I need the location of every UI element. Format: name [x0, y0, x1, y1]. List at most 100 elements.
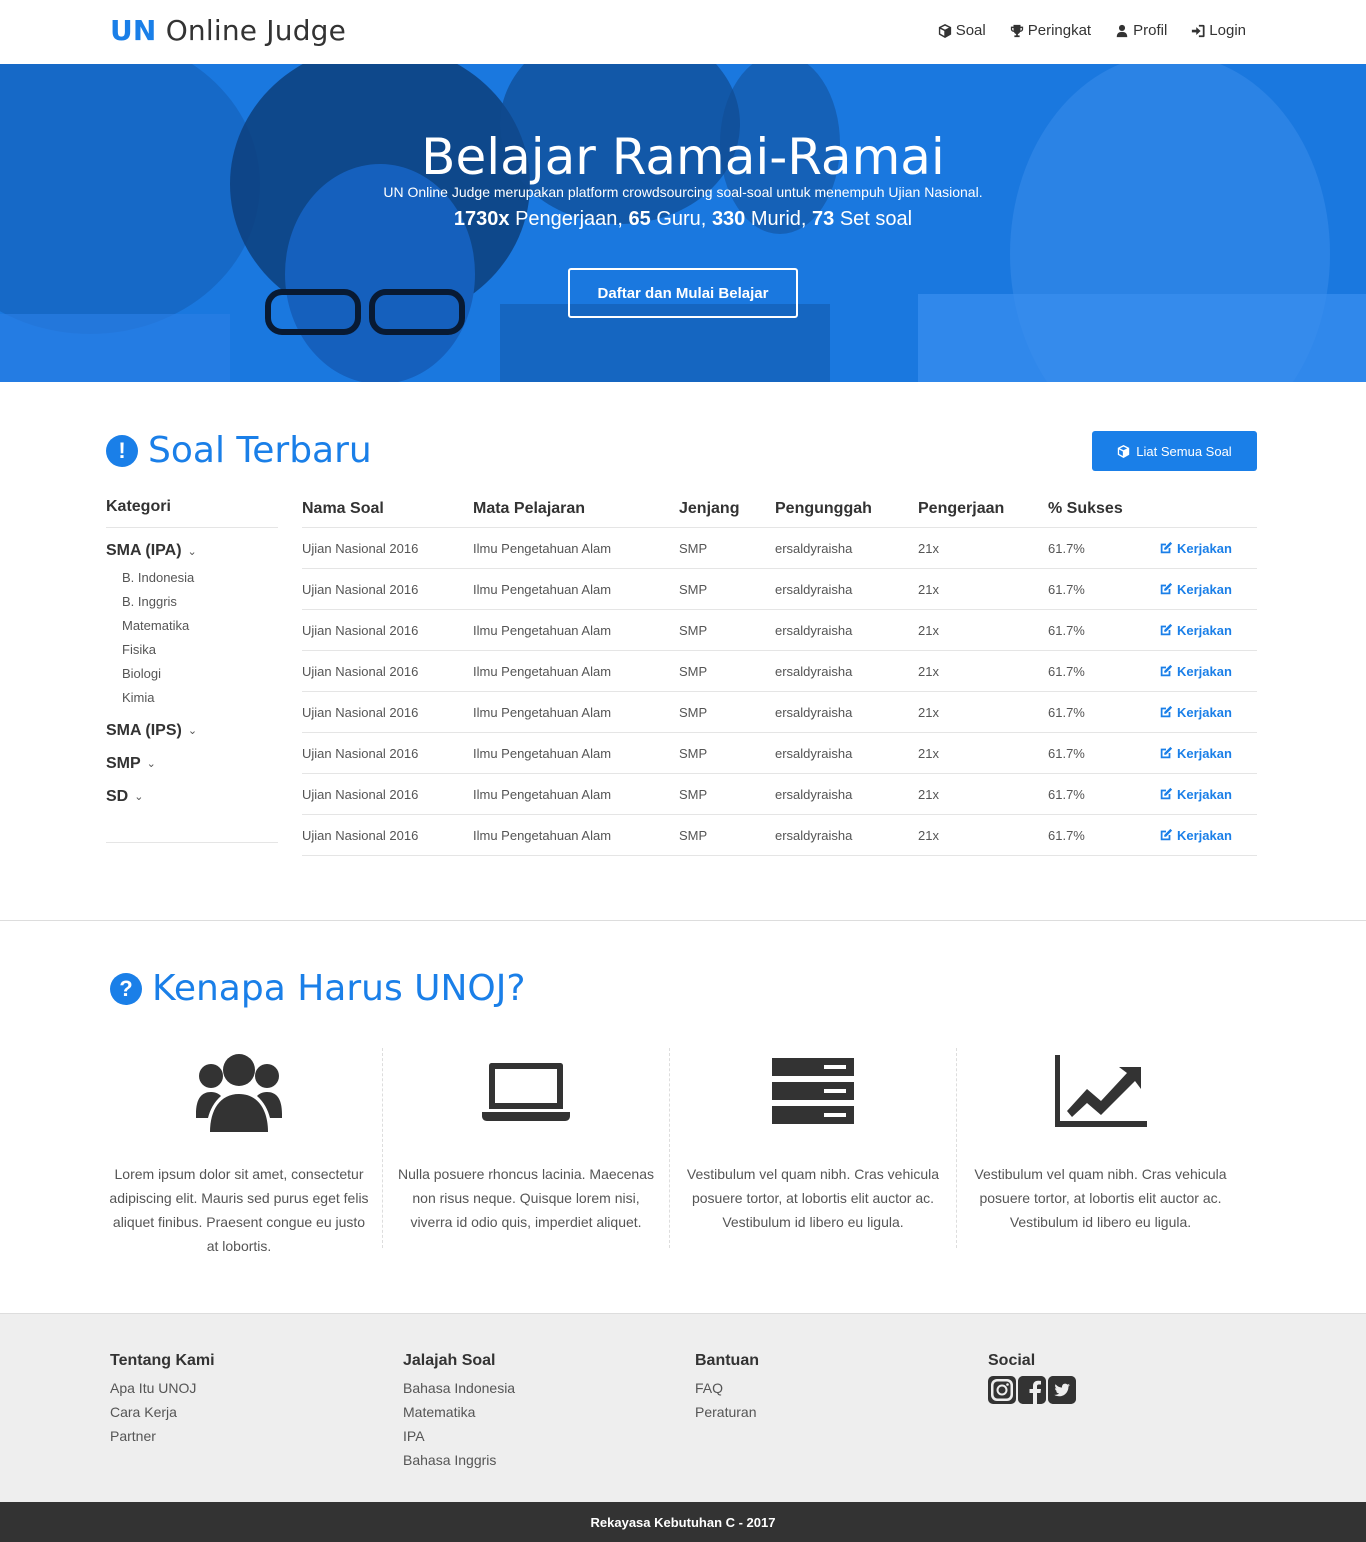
all-soal-label: Liat Semua Soal [1136, 443, 1232, 459]
cell-pengunggah: ersaldyraisha [775, 540, 853, 556]
cell-sukses: 61.7% [1048, 745, 1085, 761]
footer-link[interactable]: Partner [110, 1424, 360, 1448]
register-button[interactable]: Daftar dan Mulai Belajar [568, 268, 798, 318]
col-sukses: % Sukses [1048, 499, 1123, 517]
why-title-text: Kenapa Harus UNOJ? [152, 968, 526, 1009]
nav-peringkat[interactable]: Peringkat [1010, 22, 1091, 39]
cell-sukses: 61.7% [1048, 663, 1085, 679]
user-icon [1116, 24, 1128, 37]
feature-database: Vestibulum vel quam nibh. Cras vehicula … [670, 1048, 957, 1248]
kerjakan-label: Kerjakan [1177, 663, 1232, 679]
category-label: SMA (IPS) [106, 721, 182, 739]
sidebar-item-b-inggris[interactable]: B. Inggris [106, 590, 278, 614]
cell-pengunggah: ersaldyraisha [775, 745, 853, 761]
kerjakan-label: Kerjakan [1177, 704, 1232, 720]
edit-icon [1160, 705, 1173, 718]
facebook-icon[interactable] [1018, 1376, 1046, 1404]
chevron-down-icon: ⌄ [187, 545, 197, 558]
cell-pengerjaan: 21x [918, 540, 939, 556]
footer-link[interactable]: Apa Itu UNOJ [110, 1376, 360, 1400]
cell-jenjang: SMP [679, 745, 708, 761]
sidebar-item-b-indonesia[interactable]: B. Indonesia [106, 566, 278, 590]
kerjakan-label: Kerjakan [1177, 827, 1232, 843]
edit-icon [1160, 623, 1173, 636]
col-jenjang: Jenjang [679, 499, 740, 517]
kerjakan-link[interactable]: Kerjakan [1159, 705, 1257, 720]
cell-nama-soal: Ujian Nasional 2016 [302, 704, 419, 720]
footer-link[interactable]: Bahasa Inggris [403, 1448, 653, 1472]
footer-link[interactable]: FAQ [695, 1376, 945, 1400]
footer-col-jalajah: Jalajah Soal Bahasa Indonesia Matematika… [403, 1352, 653, 1472]
cell-nama-soal: Ujian Nasional 2016 [302, 745, 419, 761]
feature-progress: Vestibulum vel quam nibh. Cras vehicula … [957, 1048, 1244, 1248]
col-pengunggah: Pengunggah [775, 499, 872, 517]
footer-heading: Bantuan [695, 1352, 759, 1369]
nav-soal[interactable]: Soal [938, 22, 986, 39]
trophy-icon [1010, 24, 1023, 37]
cell-nama-soal: Ujian Nasional 2016 [302, 540, 419, 556]
cell-jenjang: SMP [679, 622, 708, 638]
cell-jenjang: SMP [679, 663, 708, 679]
nav-login[interactable]: Login [1191, 22, 1246, 39]
sidebar-item-kimia[interactable]: Kimia [106, 686, 278, 710]
kerjakan-link[interactable]: Kerjakan [1159, 623, 1257, 638]
cell-mata-pelajaran: Ilmu Pengetahuan Alam [473, 622, 612, 638]
kerjakan-link[interactable]: Kerjakan [1159, 664, 1257, 679]
brand-logo[interactable]: UN Online Judge [110, 14, 346, 47]
sidebar-heading: Kategori [106, 490, 278, 528]
nav-profil-label: Profil [1133, 22, 1168, 39]
category-label: SD [106, 787, 129, 805]
footer-link[interactable]: Bahasa Indonesia [403, 1376, 653, 1400]
table-row: Ujian Nasional 2016 Ilmu Pengetahuan Alam… [302, 692, 1257, 733]
cell-jenjang: SMP [679, 827, 708, 843]
sidebar-category-sma-ipa[interactable]: SMA (IPA) ⌄ [106, 542, 278, 560]
kerjakan-label: Kerjakan [1177, 581, 1232, 597]
sidebar-item-biologi[interactable]: Biologi [106, 662, 278, 686]
cell-sukses: 61.7% [1048, 704, 1085, 720]
edit-icon [1160, 541, 1173, 554]
brand-prefix: UN [110, 14, 157, 47]
kerjakan-link[interactable]: Kerjakan [1159, 787, 1257, 802]
edit-icon [1160, 828, 1173, 841]
server-icon [772, 1058, 854, 1124]
footer-link[interactable]: Cara Kerja [110, 1400, 360, 1424]
kerjakan-label: Kerjakan [1177, 745, 1232, 761]
soal-table: Nama Soal Mata Pelajaran Jenjang Pengung… [302, 490, 1257, 856]
cube-icon [938, 23, 951, 38]
sidebar-item-fisika[interactable]: Fisika [106, 638, 278, 662]
cell-mata-pelajaran: Ilmu Pengetahuan Alam [473, 786, 612, 802]
chevron-down-icon: ⌄ [146, 758, 156, 770]
cell-mata-pelajaran: Ilmu Pengetahuan Alam [473, 827, 612, 843]
footer-link[interactable]: Matematika [403, 1400, 653, 1424]
soal-title-text: Soal Terbaru [148, 430, 372, 471]
hero-title: Belajar Ramai-Ramai [421, 128, 945, 186]
footer-col-tentang: Tentang Kami Apa Itu UNOJ Cara Kerja Par… [110, 1352, 360, 1448]
instagram-icon[interactable] [988, 1376, 1016, 1404]
edit-icon [1160, 582, 1173, 595]
cell-nama-soal: Ujian Nasional 2016 [302, 827, 419, 843]
cell-pengunggah: ersaldyraisha [775, 663, 853, 679]
sidebar-category-smp[interactable]: SMP ⌄ [106, 747, 278, 780]
footer-link[interactable]: IPA [403, 1424, 653, 1448]
footer-heading: Jalajah Soal [403, 1352, 496, 1369]
footer-col-bantuan: Bantuan FAQ Peraturan [695, 1352, 945, 1424]
all-soal-button[interactable]: Liat Semua Soal [1092, 431, 1257, 471]
table-row: Ujian Nasional 2016 Ilmu Pengetahuan Alam… [302, 528, 1257, 569]
footer-link[interactable]: Peraturan [695, 1400, 945, 1424]
cell-pengerjaan: 21x [918, 827, 939, 843]
stat-sets-label: Set soal [839, 208, 913, 230]
kerjakan-link[interactable]: Kerjakan [1159, 746, 1257, 761]
kerjakan-link[interactable]: Kerjakan [1159, 582, 1257, 597]
sidebar-item-matematika[interactable]: Matematika [106, 614, 278, 638]
stat-students: 330 [711, 208, 746, 230]
twitter-icon[interactable] [1048, 1376, 1076, 1404]
kerjakan-link[interactable]: Kerjakan [1159, 828, 1257, 843]
table-row: Ujian Nasional 2016 Ilmu Pengetahuan Alam… [302, 733, 1257, 774]
cell-mata-pelajaran: Ilmu Pengetahuan Alam [473, 745, 612, 761]
sidebar-category-sd[interactable]: SD ⌄ [106, 780, 278, 813]
feature-text: Vestibulum vel quam nibh. Cras vehicula … [974, 1166, 1227, 1230]
cell-pengunggah: ersaldyraisha [775, 622, 853, 638]
kerjakan-link[interactable]: Kerjakan [1159, 541, 1257, 556]
nav-profil[interactable]: Profil [1115, 22, 1167, 39]
sidebar-category-sma-ips[interactable]: SMA (IPS) ⌄ [106, 714, 278, 747]
